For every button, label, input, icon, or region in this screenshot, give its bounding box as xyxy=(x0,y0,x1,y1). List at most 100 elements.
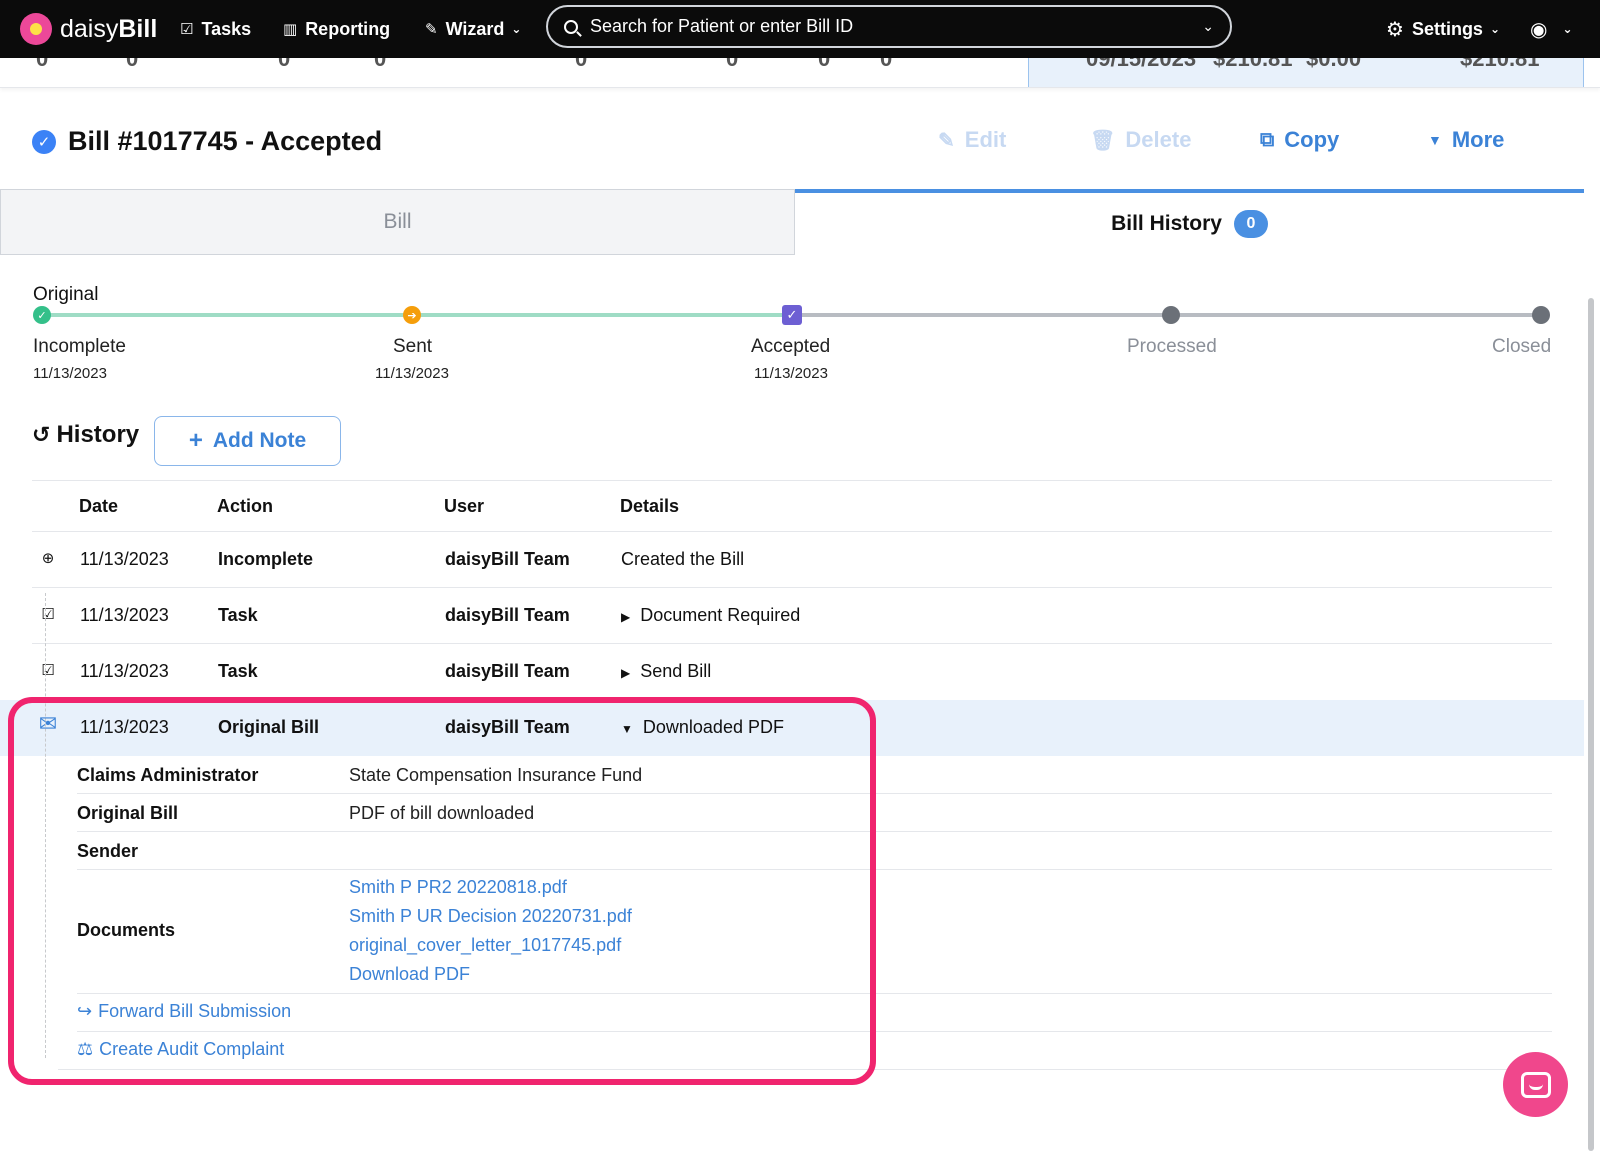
summary-value: 0 xyxy=(126,58,139,71)
tab-bill[interactable]: Bill xyxy=(0,189,795,255)
page-scrollbar[interactable] xyxy=(1588,298,1594,1151)
summary-value: $210.81 xyxy=(1213,58,1293,71)
gear-icon: ⚙ xyxy=(1386,18,1404,41)
step-accepted-checkbox-icon: ✓ xyxy=(782,305,802,325)
copy-icon: ⧉ xyxy=(1260,128,1275,151)
claims-administrator-label: Claims Administrator xyxy=(77,765,259,785)
envelope-icon: ✉ xyxy=(38,711,58,736)
column-header-action: Action xyxy=(217,496,273,516)
row-details-toggle[interactable]: ▼ Downloaded PDF xyxy=(621,717,784,738)
share-arrow-icon: ↪ xyxy=(77,1001,93,1021)
edit-button-label: Edit xyxy=(964,127,1007,152)
progress-track-label: Original xyxy=(33,284,99,305)
trash-icon: 🗑 xyxy=(1090,129,1116,152)
nav-settings-label: Settings xyxy=(1411,18,1483,39)
chevron-down-icon: ⌄ xyxy=(511,22,522,36)
daisy-flower-icon xyxy=(20,13,52,45)
step-name: Closed xyxy=(1492,336,1552,357)
document-link[interactable]: Smith P UR Decision 20220731.pdf xyxy=(349,906,632,927)
row-action: Incomplete xyxy=(218,549,314,569)
chat-message-icon xyxy=(1520,1071,1551,1098)
plus-circle-icon: ⊕ xyxy=(41,550,55,567)
original-bill-value: PDF of bill downloaded xyxy=(349,803,535,823)
summary-value: 0 xyxy=(36,58,49,71)
balance-scale-icon: ⚖ xyxy=(77,1039,94,1059)
step-complete-check-icon: ✓ xyxy=(33,306,51,324)
sender-label: Sender xyxy=(77,841,139,861)
column-header-date: Date xyxy=(79,496,119,516)
step-date: 11/13/2023 xyxy=(754,365,828,382)
row-date: 11/13/2023 xyxy=(80,605,169,625)
summary-value: $0.00 xyxy=(1306,58,1362,71)
tab-bill-history[interactable]: Bill History 0 xyxy=(795,189,1584,255)
row-action: Original Bill xyxy=(218,717,320,737)
history-count-badge: 0 xyxy=(1233,210,1268,238)
summary-value: 09/15/2023 xyxy=(1086,58,1197,71)
nav-tasks[interactable]: ☑ Tasks xyxy=(180,14,251,44)
download-pdf-link[interactable]: Download PDF xyxy=(349,964,470,985)
summary-value: 0 xyxy=(880,58,893,71)
user-account-menu[interactable]: ◉ ⌄ xyxy=(1530,14,1573,44)
nav-wizard-label: Wizard xyxy=(445,18,505,39)
add-note-button[interactable]: + Add Note xyxy=(154,416,341,466)
row-user: daisyBill Team xyxy=(445,549,570,569)
pencil-icon: ✎ xyxy=(938,129,955,152)
forward-bill-submission-link[interactable]: ↪ Forward Bill Submission xyxy=(77,1001,291,1022)
magic-wand-icon: ✎ xyxy=(425,21,438,38)
caret-right-icon: ▶ xyxy=(621,610,631,624)
nav-settings[interactable]: ⚙ Settings ⌄ xyxy=(1386,14,1500,44)
chat-support-button[interactable] xyxy=(1503,1052,1568,1117)
document-link[interactable]: original_cover_letter_1017745.pdf xyxy=(349,935,621,956)
row-date: 11/13/2023 xyxy=(80,549,169,569)
patient-search-bar[interactable]: ⌄ xyxy=(546,5,1232,48)
more-button-label: More xyxy=(1451,127,1505,152)
step-processed-dot-icon xyxy=(1162,306,1180,324)
step-name: Incomplete xyxy=(33,336,126,357)
summary-value: 0 xyxy=(278,58,291,71)
chevron-down-icon[interactable]: ⌄ xyxy=(1202,18,1214,35)
bill-summary-strip: 0 0 0 0 0 0 0 0 09/15/2023 $210.81 $0.00… xyxy=(0,58,1600,88)
column-header-details: Details xyxy=(620,496,680,516)
step-name: Accepted xyxy=(751,336,831,357)
timeline-connector xyxy=(45,593,46,1058)
tab-bill-history-label: Bill History xyxy=(1111,212,1222,235)
document-link[interactable]: Smith P PR2 20220818.pdf xyxy=(349,877,567,898)
row-details: Document Required xyxy=(640,605,801,625)
row-action: Task xyxy=(218,605,258,625)
user-circle-icon: ◉ xyxy=(1530,18,1548,41)
row-details-toggle[interactable]: ▶ Document Required xyxy=(621,605,800,626)
delete-button[interactable]: 🗑 Delete xyxy=(1090,127,1191,153)
patient-search-input[interactable] xyxy=(590,16,1203,37)
row-details: Downloaded PDF xyxy=(642,717,784,737)
plus-icon: + xyxy=(188,427,203,454)
edit-button[interactable]: ✎ Edit xyxy=(938,127,1006,153)
divider xyxy=(77,869,1552,870)
nav-reporting-label: Reporting xyxy=(305,18,391,39)
history-row: ⊕ 11/13/2023 Incomplete daisyBill Team C… xyxy=(0,532,1584,588)
row-user: daisyBill Team xyxy=(445,717,570,737)
column-header-user: User xyxy=(444,496,485,516)
step-sent-arrow-icon: ➔ xyxy=(403,306,421,324)
copy-button-label: Copy xyxy=(1284,127,1340,152)
row-details-toggle[interactable]: ▶ Send Bill xyxy=(621,661,711,682)
row-user: daisyBill Team xyxy=(445,661,570,681)
summary-value: 0 xyxy=(575,58,588,71)
chevron-down-icon: ⌄ xyxy=(1489,22,1501,36)
bill-title-row: ✓ Bill #1017745 - Accepted xyxy=(32,126,382,157)
caret-right-icon: ▶ xyxy=(621,666,631,680)
history-row-selected: ✉ 11/13/2023 Original Bill daisyBill Tea… xyxy=(0,700,1584,756)
nav-reporting[interactable]: ▥ Reporting xyxy=(283,14,390,44)
daisybill-logo[interactable]: daisyBill xyxy=(20,10,157,48)
copy-button[interactable]: ⧉ Copy xyxy=(1260,127,1339,153)
history-row: ☑ 11/13/2023 Task daisyBill Team ▶ Send B… xyxy=(0,644,1584,700)
caret-down-icon: ▼ xyxy=(621,722,633,736)
add-note-label: Add Note xyxy=(212,429,307,452)
more-button[interactable]: ▼ More xyxy=(1428,127,1504,153)
original-bill-label: Original Bill xyxy=(77,803,179,823)
clipboard-check-icon: ☑ xyxy=(180,21,194,38)
nav-wizard[interactable]: ✎ Wizard ⌄ xyxy=(425,14,521,44)
history-title: History xyxy=(56,421,140,448)
create-audit-complaint-link[interactable]: ⚖ Create Audit Complaint xyxy=(77,1039,284,1060)
check-circle-icon: ✓ xyxy=(32,129,56,154)
summary-value: $210.81 xyxy=(1460,58,1540,71)
